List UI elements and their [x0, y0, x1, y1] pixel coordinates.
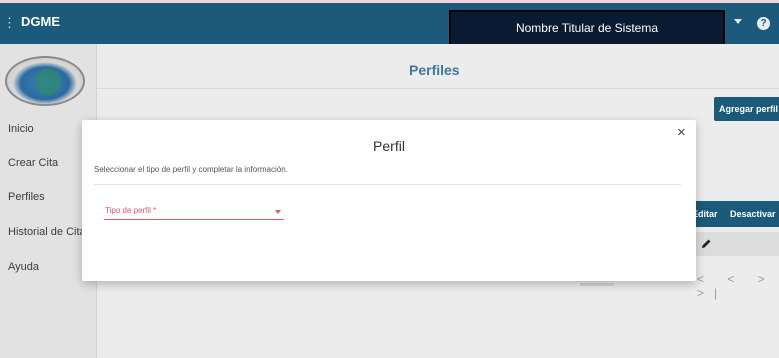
chevron-down-icon	[275, 210, 281, 214]
scroll-indicator	[580, 283, 614, 286]
divider	[97, 88, 779, 89]
profile-modal: Perfil × Seleccionar el tipo de perfil y…	[82, 120, 696, 281]
brand-name: DGME	[21, 14, 60, 29]
sidebar-item-perfiles[interactable]: Perfiles	[8, 191, 45, 203]
modal-instructions: Seleccionar el tipo de perfil y completa…	[94, 165, 288, 174]
app-header: ⋮ DGME Nombre Titular de Sistema ?	[0, 3, 779, 46]
chevron-down-icon[interactable]	[734, 19, 742, 24]
system-owner-name: Nombre Titular de Sistema	[515, 21, 659, 35]
sidebar-item-ayuda[interactable]: Ayuda	[8, 261, 39, 273]
profile-type-select[interactable]: Tipo de perfil *	[104, 204, 284, 220]
globe-icon	[35, 68, 61, 96]
menu-icon[interactable]: ⋮	[3, 15, 16, 31]
logo	[5, 56, 85, 106]
close-icon[interactable]: ×	[677, 124, 686, 141]
profile-type-label: Tipo de perfil *	[105, 206, 157, 215]
sidebar-item-inicio[interactable]: Inicio	[8, 123, 34, 135]
modal-title: Perfil	[373, 138, 405, 154]
add-profile-button[interactable]: Agregar perfil	[714, 97, 779, 121]
pagination[interactable]: < < > >|	[697, 272, 779, 300]
sidebar-item-historial[interactable]: Historial de Citas	[8, 226, 91, 238]
sidebar-item-crear-cita[interactable]: Crear Cita	[8, 157, 58, 169]
modal-divider	[94, 184, 681, 185]
column-header-desactivar: Desactivar	[730, 209, 776, 219]
page-title: Perfiles	[409, 62, 460, 78]
table-row	[686, 232, 779, 256]
pencil-icon[interactable]	[701, 238, 712, 249]
help-icon[interactable]: ?	[757, 17, 770, 30]
add-profile-label: Agregar perfil	[719, 104, 779, 114]
system-owner-box: Nombre Titular de Sistema	[449, 10, 725, 46]
